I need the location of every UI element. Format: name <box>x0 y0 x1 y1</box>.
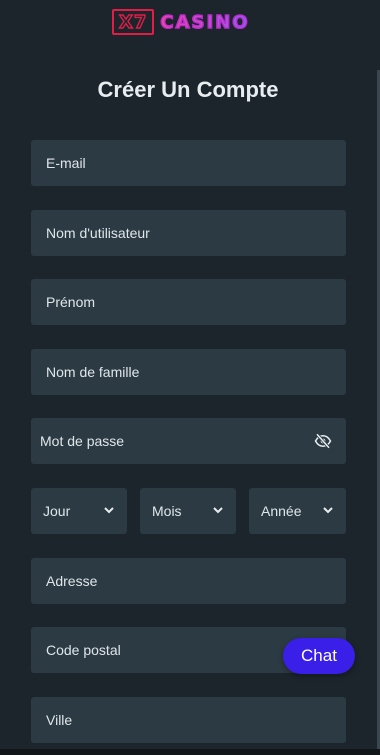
email-field[interactable]: E-mail <box>31 140 346 186</box>
chevron-down-icon <box>213 507 223 514</box>
password-field[interactable]: Mot de passe <box>31 418 346 464</box>
logo-mark: X7 <box>112 9 155 35</box>
password-placeholder: Mot de passe <box>40 433 125 449</box>
city-placeholder: Ville <box>46 712 73 728</box>
address-placeholder: Adresse <box>46 573 98 589</box>
lastname-placeholder: Nom de famille <box>46 364 140 380</box>
email-placeholder: E-mail <box>46 155 86 171</box>
username-placeholder: Nom d'utilisateur <box>46 225 150 241</box>
logo-wordmark: CASINO <box>160 11 250 33</box>
brand-logo[interactable]: X7 CASINO <box>112 6 250 38</box>
birth-year-select[interactable]: Année <box>249 488 346 534</box>
bottom-edge <box>0 749 380 755</box>
birth-year-label: Année <box>261 503 302 519</box>
postal-code-placeholder: Code postal <box>46 642 121 658</box>
chat-button[interactable]: Chat <box>283 638 355 674</box>
firstname-field[interactable]: Prénom <box>31 279 346 325</box>
chevron-down-icon <box>323 507 333 514</box>
birth-day-label: Jour <box>43 503 71 519</box>
signup-page: X7 CASINO Créer Un Compte E-mail Nom d'u… <box>0 0 380 755</box>
birth-month-select[interactable]: Mois <box>140 488 236 534</box>
top-bar: X7 CASINO <box>0 0 380 44</box>
username-field[interactable]: Nom d'utilisateur <box>31 210 346 256</box>
firstname-placeholder: Prénom <box>46 294 96 310</box>
chevron-down-icon <box>104 507 114 514</box>
city-field[interactable]: Ville <box>31 697 346 743</box>
birth-month-label: Mois <box>152 503 182 519</box>
page-title: Créer Un Compte <box>97 77 279 102</box>
logo-mark-text: X7 <box>118 11 148 33</box>
address-field[interactable]: Adresse <box>31 558 346 604</box>
lastname-field[interactable]: Nom de famille <box>31 349 346 395</box>
birth-day-select[interactable]: Jour <box>31 488 127 534</box>
eye-slash-icon[interactable] <box>314 432 332 450</box>
